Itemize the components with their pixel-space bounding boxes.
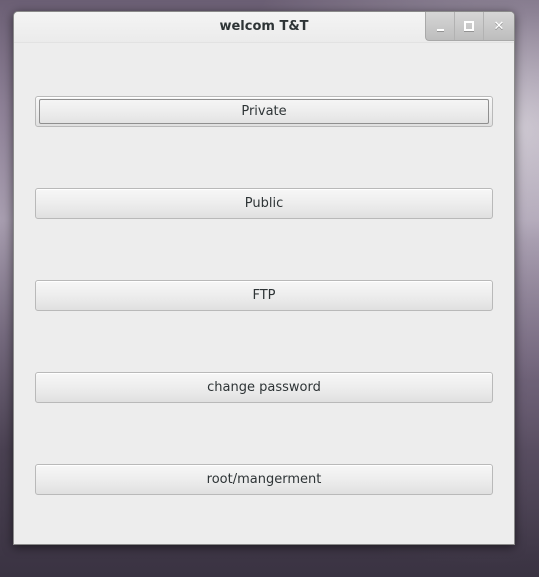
private-button-label: Private [241,104,287,119]
maximize-button[interactable] [455,12,484,40]
minimize-icon [436,28,444,31]
app-window: welcom T&T ✕ Private Public FTP change p… [13,11,515,545]
maximize-icon [464,21,474,31]
change-password-button-label: change password [207,380,321,395]
public-button-label: Public [244,196,284,211]
root-management-button[interactable]: root/mangerment [35,464,493,495]
close-icon: ✕ [493,18,505,34]
change-password-button[interactable]: change password [35,372,493,403]
minimize-button[interactable] [426,12,455,40]
ftp-button[interactable]: FTP [35,280,493,311]
ftp-button-label: FTP [252,288,276,303]
close-button[interactable]: ✕ [484,12,514,40]
title-bar[interactable]: welcom T&T ✕ [14,12,514,43]
private-button[interactable]: Private [35,96,493,127]
public-button[interactable]: Public [35,188,493,219]
root-management-button-label: root/mangerment [206,472,322,487]
window-controls: ✕ [425,12,514,41]
